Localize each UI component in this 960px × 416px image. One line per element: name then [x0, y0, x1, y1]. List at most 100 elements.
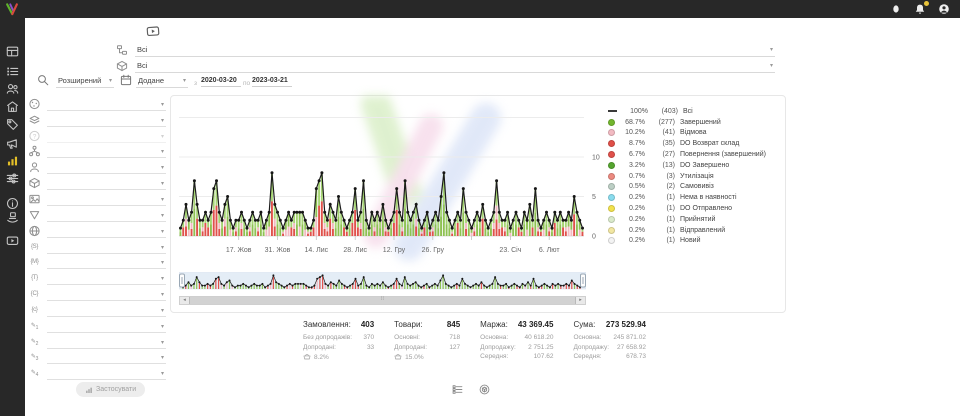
- filter-select-15[interactable]: ▾: [47, 319, 166, 333]
- legend-percent: 0.7%: [619, 173, 645, 180]
- sidebar-item-marketing[interactable]: [6, 137, 19, 150]
- upsell-share-value: 15.0%: [405, 354, 423, 361]
- svg-text:14. Лис: 14. Лис: [304, 247, 328, 254]
- filter-select-4[interactable]: ▾: [47, 144, 166, 158]
- filter-row-16: ✎2▾: [28, 334, 166, 350]
- stats-row: Основна:40 618.20: [480, 333, 553, 343]
- legend-item-2[interactable]: 68.7%(277)Завершений: [608, 117, 780, 128]
- stats-row: Основна:245 871.02: [573, 333, 646, 343]
- date-to-input[interactable]: 2023-03-21: [252, 75, 292, 87]
- legend-item-8[interactable]: 0.5%(2)Самовивіз: [608, 182, 780, 193]
- calendar-icon[interactable]: [120, 74, 132, 86]
- chevron-down-icon: ▾: [770, 47, 773, 54]
- scroll-left-arrow[interactable]: ◂: [180, 297, 189, 304]
- svg-text:31. Жов: 31. Жов: [265, 247, 291, 254]
- search-icon[interactable]: [37, 74, 49, 86]
- search-mode-select[interactable]: Розширений ▾: [56, 75, 114, 88]
- legend-marker: [608, 173, 615, 180]
- chart-scrollbar[interactable]: ◂ ⁞⁞ ▸: [179, 296, 586, 305]
- filter-select-14[interactable]: ▾: [47, 303, 166, 317]
- legend-percent: 100%: [622, 108, 648, 115]
- scrollbar-thumb[interactable]: ⁞⁞: [189, 297, 576, 304]
- sidebar-item-analytics[interactable]: [6, 154, 19, 167]
- legend-item-9[interactable]: 0.2%(1)Нема в наявності: [608, 192, 780, 203]
- svg-text:?: ?: [33, 133, 37, 140]
- filter-select-13[interactable]: ▾: [47, 287, 166, 301]
- chevron-down-icon: ▾: [161, 355, 164, 362]
- brand-logo[interactable]: [5, 2, 19, 16]
- legend-item-4[interactable]: 8.7%(35)DO Возврат склад: [608, 138, 780, 149]
- sidebar-item-customers[interactable]: [6, 82, 19, 95]
- legend-item-3[interactable]: 10.2%(41)Відмова: [608, 128, 780, 139]
- stats-row-value: 40 618.20: [525, 333, 554, 343]
- filter-select-18[interactable]: ▾: [47, 366, 166, 380]
- filter-select-17[interactable]: ▾: [47, 350, 166, 364]
- package-icon[interactable]: [479, 384, 490, 395]
- filter-row-11: {M}▾: [28, 254, 166, 270]
- filter-select-6[interactable]: ▾: [47, 176, 166, 190]
- filter-row-3: ?▾: [28, 128, 166, 144]
- sidebar-item-store[interactable]: [6, 100, 19, 113]
- legend-item-7[interactable]: 0.7%(3)Утилізація: [608, 171, 780, 182]
- svg-text:17. Жов: 17. Жов: [226, 247, 252, 254]
- legend-label: DO Отправлено: [680, 205, 732, 212]
- avatar-icon[interactable]: [938, 3, 950, 15]
- sidebar-item-delivery[interactable]: [6, 211, 19, 224]
- legend-percent: 0.2%: [619, 194, 645, 201]
- legend-item-10[interactable]: 0.2%(1)DO Отправлено: [608, 203, 780, 214]
- date-from-input[interactable]: 2020-03-20: [201, 75, 241, 87]
- legend-item-12[interactable]: 0.2%(1)Відправлений: [608, 225, 780, 236]
- navigator-handle-left[interactable]: [180, 274, 185, 287]
- filter-select-3[interactable]: ▾: [47, 129, 166, 143]
- legend-item-6[interactable]: 3.2%(13)DO Завершено: [608, 160, 780, 171]
- legend-item-5[interactable]: 6.7%(27)Повернення (завершений): [608, 149, 780, 160]
- legend-item-1[interactable]: 100%(403)Всі: [608, 106, 780, 117]
- legend-item-11[interactable]: 0.2%(1)Прийнятий: [608, 214, 780, 225]
- filter-row-2: ▾: [28, 112, 166, 128]
- sidebar-item-video-lessons[interactable]: [6, 234, 19, 247]
- legend-percent: 6.7%: [619, 151, 645, 158]
- bell-icon[interactable]: [914, 3, 926, 15]
- stats-title-label: Маржа:: [480, 320, 508, 329]
- orders-chart[interactable]: 051017. Жов31. Жов14. Лис28. Лис12. Гру2…: [179, 102, 619, 266]
- notification-badge: [924, 1, 929, 6]
- filter-row-1: ▾: [28, 96, 166, 112]
- navigator-handle-right[interactable]: [581, 274, 586, 287]
- source-filter-select[interactable]: Всі ▾: [135, 44, 775, 57]
- video-filter-button[interactable]: [141, 23, 166, 39]
- filter-select-11[interactable]: ▾: [47, 255, 166, 269]
- sidebar-item-dashboard[interactable]: [6, 45, 19, 58]
- filter-select-5[interactable]: ▾: [47, 160, 166, 174]
- world-icon: [28, 98, 41, 110]
- legend-label: Нема в наявності: [680, 194, 737, 201]
- filter-select-16[interactable]: ▾: [47, 335, 166, 349]
- legend-label: Відправлений: [680, 227, 725, 234]
- chart-navigator[interactable]: [179, 272, 586, 294]
- sidebar-item-info[interactable]: [6, 197, 19, 210]
- legend-marker: [608, 216, 615, 223]
- scroll-right-arrow[interactable]: ▸: [576, 297, 585, 304]
- filter-select-12[interactable]: ▾: [47, 271, 166, 285]
- filter-row-6: ▾: [28, 175, 166, 191]
- filter-select-1[interactable]: ▾: [47, 97, 166, 111]
- stats-title-value: 43 369.45: [518, 320, 554, 329]
- user-icon[interactable]: [890, 3, 902, 15]
- filter-select-9[interactable]: ▾: [47, 224, 166, 238]
- filter-select-7[interactable]: ▾: [47, 192, 166, 206]
- upsell-share-value: 8.2%: [314, 354, 329, 361]
- legend-count: (27): [650, 151, 675, 158]
- filter-select-10[interactable]: ▾: [47, 240, 166, 254]
- filter-select-8[interactable]: ▾: [47, 208, 166, 222]
- legend-item-13[interactable]: 0.2%(1)Новий: [608, 236, 780, 247]
- filter-select-2[interactable]: ▾: [47, 113, 166, 127]
- sidebar-item-orders[interactable]: [6, 65, 19, 78]
- product-filter-select[interactable]: Всі ▾: [135, 60, 775, 73]
- stats-row: Основні:718: [394, 333, 460, 343]
- sidebar-item-price-tags[interactable]: [6, 118, 19, 131]
- date-field-select[interactable]: Додане ▾: [136, 75, 188, 88]
- source-filter-row: Всі ▾: [116, 44, 775, 57]
- details-list-icon[interactable]: [452, 384, 463, 395]
- sidebar-item-settings[interactable]: [6, 172, 19, 185]
- apply-button[interactable]: Застосувати: [76, 382, 145, 397]
- chevron-down-icon: ▾: [770, 63, 773, 70]
